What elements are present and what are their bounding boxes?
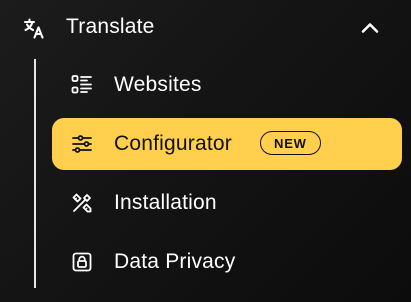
tree-line xyxy=(34,59,36,288)
chevron-up-icon[interactable] xyxy=(358,16,382,40)
list-icon xyxy=(70,73,94,97)
nav-item-configurator[interactable]: Configurator NEW xyxy=(52,118,402,170)
translate-section-header[interactable]: Translate xyxy=(0,0,411,54)
nav-item-label: Configurator xyxy=(114,132,232,155)
nav-item-data-privacy[interactable]: Data Privacy xyxy=(52,236,402,288)
nav-item-label: Installation xyxy=(114,191,217,214)
nav-item-label: Websites xyxy=(114,73,202,96)
tools-icon xyxy=(70,191,94,215)
nav-item-websites[interactable]: Websites xyxy=(52,59,402,111)
sliders-icon xyxy=(70,132,94,156)
new-badge: NEW xyxy=(260,131,321,155)
nav-item-installation[interactable]: Installation xyxy=(52,177,402,229)
translate-icon xyxy=(22,16,46,40)
lock-icon xyxy=(70,250,94,274)
section-title: Translate xyxy=(66,15,155,38)
nav-item-label: Data Privacy xyxy=(114,250,236,273)
